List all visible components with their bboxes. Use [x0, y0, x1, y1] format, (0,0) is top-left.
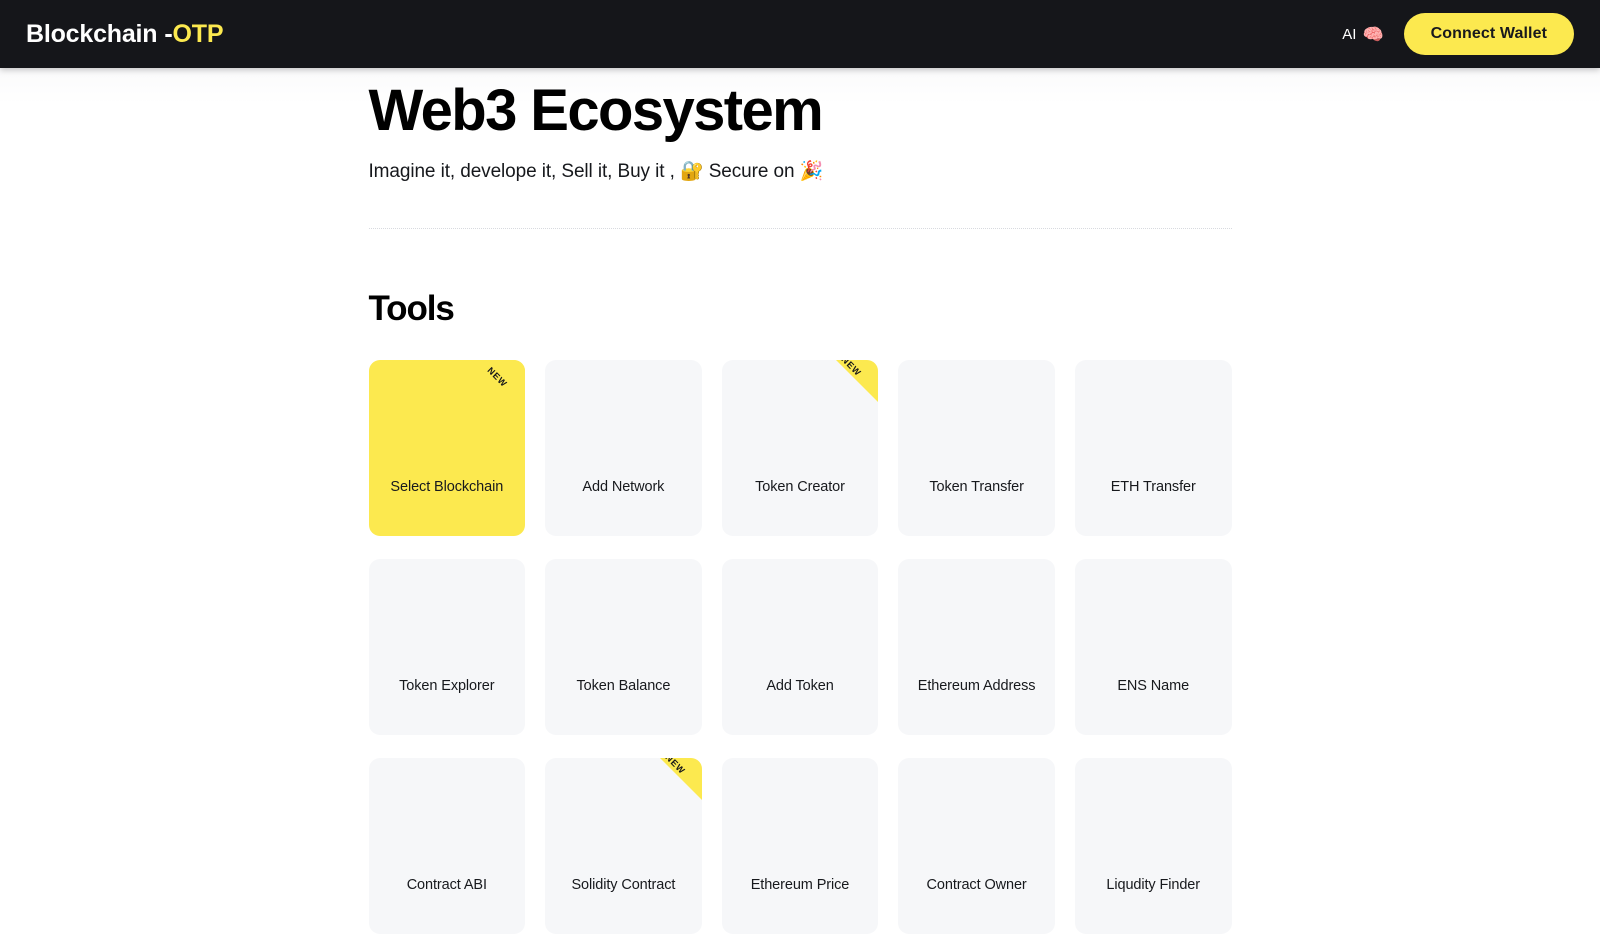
- tool-card-label: Ethereum Price: [750, 876, 850, 893]
- tool-card[interactable]: Token Transfer: [898, 359, 1055, 536]
- content-container: Web3 Ecosystem Imagine it, develope it, …: [349, 68, 1252, 934]
- tool-card-label: Token Balance: [576, 677, 671, 694]
- tool-card[interactable]: NEW Select Blockchain: [368, 359, 526, 536]
- brand-name-main: Blockchain: [26, 19, 158, 48]
- tool-card-label: Select Blockchain: [390, 478, 504, 495]
- new-badge-label: NEW: [485, 364, 510, 389]
- tool-card-label: ETH Transfer: [1110, 478, 1196, 495]
- brand-logo[interactable]: Blockchain - OTP: [26, 19, 224, 49]
- tool-card[interactable]: Contract ABI: [368, 757, 526, 934]
- site-header: Blockchain - OTP AI 🧠 Connect Wallet: [0, 0, 1600, 68]
- page-body: Web3 Ecosystem Imagine it, develope it, …: [0, 68, 1600, 940]
- page-title: Web3 Ecosystem: [368, 78, 824, 143]
- brand-separator: -: [164, 19, 173, 48]
- tools-section-title: Tools: [368, 288, 455, 328]
- nav-item-ai-label: AI: [1342, 25, 1357, 43]
- tools-section: Tools NEW Select Blockchain Add Network NEW…: [368, 288, 1232, 934]
- new-badge: NEW: [471, 359, 526, 414]
- tool-card-label: Contract Owner: [926, 876, 1027, 893]
- header-actions: AI 🧠 Connect Wallet: [1342, 13, 1574, 55]
- tool-card[interactable]: ENS Name: [1074, 558, 1232, 735]
- tool-card-label: Token Creator: [755, 478, 845, 495]
- tool-card[interactable]: NEW Solidity Contract: [545, 757, 702, 934]
- tool-card[interactable]: NEW Token Creator: [721, 359, 879, 536]
- tool-card[interactable]: Ethereum Address: [898, 558, 1055, 735]
- new-badge: NEW: [825, 359, 879, 403]
- nav-item-ai[interactable]: AI 🧠: [1342, 26, 1383, 43]
- hero-subtitle: Imagine it, develope it, Sell it, Buy it…: [368, 160, 824, 182]
- tools-grid: NEW Select Blockchain Add Network NEW Token …: [368, 359, 1232, 934]
- tool-card-label: Contract ABI: [406, 876, 487, 893]
- tool-card-label: Solidity Contract: [571, 876, 676, 893]
- tool-card[interactable]: Contract Owner: [898, 757, 1055, 934]
- connect-wallet-button[interactable]: Connect Wallet: [1403, 13, 1574, 55]
- new-badge-label: NEW: [663, 757, 687, 776]
- tool-card[interactable]: Add Token: [721, 558, 879, 735]
- new-badge-label: NEW: [839, 359, 864, 378]
- brand-name-accent: OTP: [172, 19, 224, 48]
- tool-card[interactable]: ETH Transfer: [1074, 359, 1232, 536]
- brain-icon: 🧠: [1362, 24, 1384, 44]
- tool-card-label: ENS Name: [1117, 677, 1190, 694]
- new-badge: NEW: [648, 757, 702, 801]
- tool-card-label: Add Network: [582, 478, 665, 495]
- tool-card-label: Ethereum Address: [917, 677, 1036, 694]
- hero-section: Web3 Ecosystem Imagine it, develope it, …: [369, 68, 1232, 183]
- section-divider: [368, 227, 1232, 229]
- tool-card[interactable]: Ethereum Price: [721, 757, 879, 934]
- tool-card-label: Token Explorer: [399, 677, 495, 694]
- tool-card-label: Token Transfer: [929, 478, 1024, 495]
- tool-card-label: Add Token: [766, 677, 834, 694]
- tool-card[interactable]: Token Explorer: [368, 558, 526, 735]
- tool-card[interactable]: Liqudity Finder: [1074, 757, 1232, 934]
- tool-card[interactable]: Token Balance: [545, 558, 702, 735]
- tool-card[interactable]: Add Network: [545, 359, 702, 536]
- tool-card-label: Liqudity Finder: [1106, 876, 1200, 893]
